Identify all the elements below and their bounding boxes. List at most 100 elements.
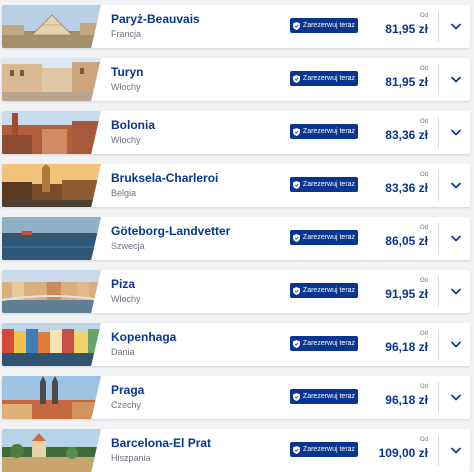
book-now-button[interactable]: Zarezerwuj teraz bbox=[290, 230, 358, 245]
price-value: 91,95 zł bbox=[385, 287, 428, 301]
divider bbox=[438, 170, 439, 201]
destination-card[interactable]: Paryż-Beauvais Francja Zarezerwuj teraz … bbox=[2, 5, 470, 48]
price-from-label: Od bbox=[419, 172, 428, 178]
book-now-label: Zarezerwuj teraz bbox=[302, 128, 356, 135]
destination-photo bbox=[2, 270, 101, 313]
chevron-down-icon bbox=[451, 341, 461, 348]
book-now-label: Zarezerwuj teraz bbox=[302, 446, 356, 453]
expand-button[interactable] bbox=[442, 376, 470, 419]
book-now-button[interactable]: Zarezerwuj teraz bbox=[290, 177, 358, 192]
destination-country: Dania bbox=[111, 347, 135, 357]
price-from-label: Od bbox=[419, 13, 428, 19]
price-value: 86,05 zł bbox=[385, 234, 428, 248]
shield-icon bbox=[292, 233, 300, 242]
destination-card[interactable]: Bruksela-Charleroi Belgia Zarezerwuj ter… bbox=[2, 164, 470, 207]
divider bbox=[438, 64, 439, 95]
price-from-label: Od bbox=[419, 119, 428, 125]
destination-card[interactable]: Piza Włochy Zarezerwuj teraz Od 91,95 zł bbox=[2, 270, 470, 313]
destination-city[interactable]: Bruksela-Charleroi bbox=[111, 171, 218, 185]
chevron-down-icon bbox=[451, 235, 461, 242]
divider bbox=[438, 223, 439, 254]
shield-icon bbox=[292, 445, 300, 454]
destination-city[interactable]: Paryż-Beauvais bbox=[111, 12, 200, 26]
divider bbox=[438, 117, 439, 148]
destination-country: Szwecja bbox=[111, 241, 145, 251]
destination-country: Włochy bbox=[111, 135, 141, 145]
destination-card[interactable]: Kopenhaga Dania Zarezerwuj teraz Od 96,1… bbox=[2, 323, 470, 366]
destination-card[interactable]: Barcelona-El Prat Hiszpania Zarezerwuj t… bbox=[2, 429, 470, 472]
price-from-label: Od bbox=[419, 384, 428, 390]
price-value: 83,36 zł bbox=[385, 181, 428, 195]
price-from-label: Od bbox=[419, 437, 428, 443]
price-from-label: Od bbox=[419, 66, 428, 72]
shield-icon bbox=[292, 21, 300, 30]
divider bbox=[438, 435, 439, 466]
destination-card[interactable]: Göteborg-Landvetter Szwecja Zarezerwuj t… bbox=[2, 217, 470, 260]
destination-photo bbox=[2, 323, 101, 366]
expand-button[interactable] bbox=[442, 5, 470, 48]
price-from-label: Od bbox=[419, 331, 428, 337]
destination-city[interactable]: Praga bbox=[111, 383, 144, 397]
price-value: 81,95 zł bbox=[385, 75, 428, 89]
destination-city[interactable]: Göteborg-Landvetter bbox=[111, 224, 230, 238]
shield-icon bbox=[292, 339, 300, 348]
shield-icon bbox=[292, 286, 300, 295]
book-now-label: Zarezerwuj teraz bbox=[302, 22, 356, 29]
destination-photo bbox=[2, 376, 101, 419]
destination-photo bbox=[2, 111, 101, 154]
expand-button[interactable] bbox=[442, 429, 470, 472]
expand-button[interactable] bbox=[442, 111, 470, 154]
divider bbox=[438, 382, 439, 413]
expand-button[interactable] bbox=[442, 323, 470, 366]
book-now-label: Zarezerwuj teraz bbox=[302, 393, 356, 400]
destination-city[interactable]: Bolonia bbox=[111, 118, 155, 132]
chevron-down-icon bbox=[451, 288, 461, 295]
book-now-label: Zarezerwuj teraz bbox=[302, 234, 356, 241]
expand-button[interactable] bbox=[442, 270, 470, 313]
destination-country: Belgia bbox=[111, 188, 137, 198]
book-now-button[interactable]: Zarezerwuj teraz bbox=[290, 442, 358, 457]
shield-icon bbox=[292, 392, 300, 401]
destination-photo bbox=[2, 164, 101, 207]
book-now-label: Zarezerwuj teraz bbox=[302, 340, 356, 347]
chevron-down-icon bbox=[451, 76, 461, 83]
destination-country: Włochy bbox=[111, 294, 141, 304]
book-now-button[interactable]: Zarezerwuj teraz bbox=[290, 18, 358, 33]
book-now-button[interactable]: Zarezerwuj teraz bbox=[290, 283, 358, 298]
shield-icon bbox=[292, 127, 300, 136]
destination-city[interactable]: Barcelona-El Prat bbox=[111, 436, 211, 450]
destination-card[interactable]: Turyn Włochy Zarezerwuj teraz Od 81,95 z… bbox=[2, 58, 470, 101]
price-value: 96,18 zł bbox=[385, 393, 428, 407]
chevron-down-icon bbox=[451, 23, 461, 30]
price-value: 81,95 zł bbox=[385, 22, 428, 36]
book-now-button[interactable]: Zarezerwuj teraz bbox=[290, 71, 358, 86]
chevron-down-icon bbox=[451, 129, 461, 136]
destination-city[interactable]: Kopenhaga bbox=[111, 330, 176, 344]
destination-photo bbox=[2, 429, 101, 472]
book-now-button[interactable]: Zarezerwuj teraz bbox=[290, 389, 358, 404]
chevron-down-icon bbox=[451, 394, 461, 401]
destination-card[interactable]: Praga Czechy Zarezerwuj teraz Od 96,18 z… bbox=[2, 376, 470, 419]
expand-button[interactable] bbox=[442, 58, 470, 101]
destination-country: Francja bbox=[111, 29, 142, 39]
book-now-button[interactable]: Zarezerwuj teraz bbox=[290, 124, 358, 139]
divider bbox=[438, 276, 439, 307]
destination-photo bbox=[2, 5, 101, 48]
destination-photo bbox=[2, 58, 101, 101]
destination-card[interactable]: Bolonia Włochy Zarezerwuj teraz Od 83,36… bbox=[2, 111, 470, 154]
price-value: 109,00 zł bbox=[378, 446, 428, 460]
destination-city[interactable]: Piza bbox=[111, 277, 135, 291]
price-value: 96,18 zł bbox=[385, 340, 428, 354]
book-now-button[interactable]: Zarezerwuj teraz bbox=[290, 336, 358, 351]
destination-city[interactable]: Turyn bbox=[111, 65, 143, 79]
book-now-label: Zarezerwuj teraz bbox=[302, 75, 356, 82]
expand-button[interactable] bbox=[442, 217, 470, 260]
destination-list: Paryż-Beauvais Francja Zarezerwuj teraz … bbox=[0, 0, 474, 472]
destination-country: Włochy bbox=[111, 82, 141, 92]
price-from-label: Od bbox=[419, 225, 428, 231]
book-now-label: Zarezerwuj teraz bbox=[302, 287, 356, 294]
expand-button[interactable] bbox=[442, 164, 470, 207]
divider bbox=[438, 329, 439, 360]
price-from-label: Od bbox=[419, 278, 428, 284]
destination-country: Hiszpania bbox=[111, 453, 151, 463]
